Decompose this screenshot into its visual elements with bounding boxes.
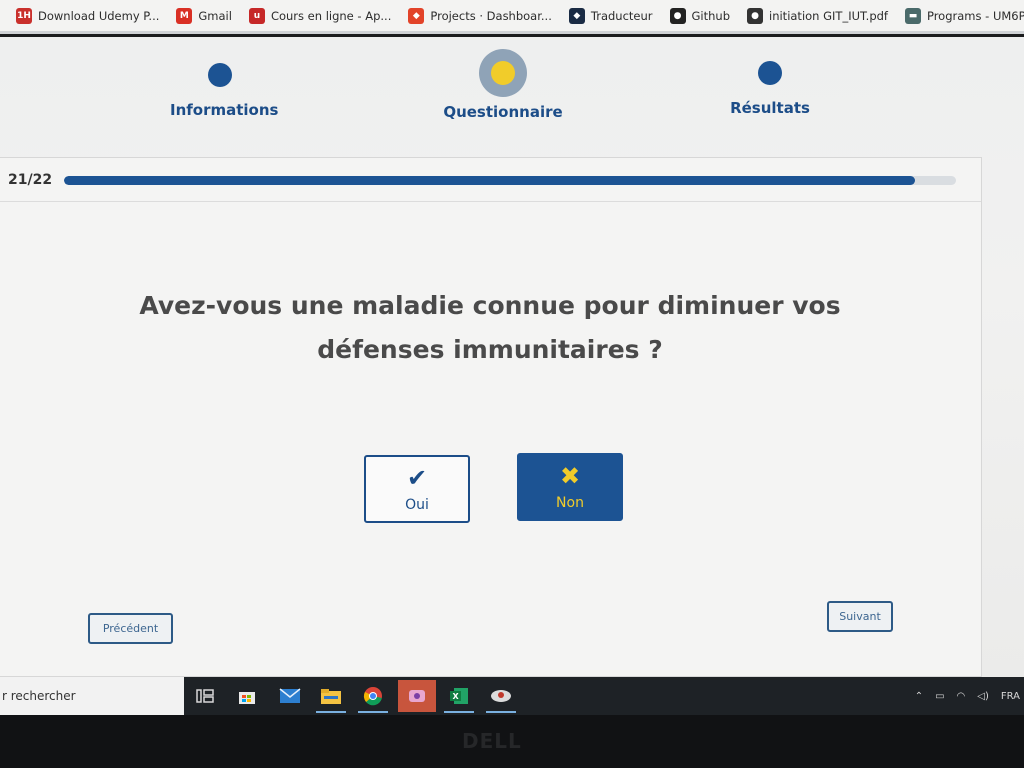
- volume-icon[interactable]: ◁): [977, 691, 989, 702]
- bookmark-item[interactable]: 1H Download Udemy P...: [16, 7, 160, 24]
- wifi-icon[interactable]: ◠: [957, 691, 966, 702]
- bookmark-item[interactable]: ◆ Traducteur: [568, 7, 653, 24]
- programs-icon: ▬: [904, 7, 921, 24]
- bookmark-label: initiation GIT_IUT.pdf: [769, 8, 888, 23]
- gitlab-icon: ◆: [408, 7, 425, 24]
- step-label: Questionnaire: [443, 103, 563, 121]
- progress-row: 21/22: [0, 158, 981, 202]
- udemy-download-icon: 1H: [16, 7, 32, 24]
- answer-no-label: Non: [556, 495, 584, 511]
- previous-button[interactable]: Précédent: [88, 613, 173, 644]
- bookmark-label: Programs - UM6P V...: [926, 8, 1024, 23]
- answer-no-button[interactable]: ✖ Non: [517, 453, 623, 521]
- monitor-bezel: DELL: [0, 715, 1024, 768]
- course-icon: u: [248, 7, 265, 24]
- progress-fill: [64, 176, 915, 185]
- next-button[interactable]: Suivant: [827, 601, 893, 632]
- question-card: 21/22 Avez-vous une maladie connue pour …: [0, 157, 982, 677]
- svg-text:X: X: [453, 692, 460, 701]
- step-dot-icon: [758, 61, 782, 85]
- chevron-up-icon[interactable]: ⌃: [915, 691, 923, 702]
- globe-icon: ●: [747, 7, 763, 24]
- step-questionnaire[interactable]: Questionnaire: [440, 49, 566, 121]
- store-icon[interactable]: [232, 683, 262, 709]
- check-icon: ✔: [406, 464, 428, 492]
- app-icon[interactable]: [398, 680, 436, 712]
- page-content: Informations Questionnaire Résultats 21/…: [0, 37, 1024, 677]
- bookmark-item[interactable]: ● initiation GIT_IUT.pdf: [747, 7, 888, 24]
- taskbar-search-input[interactable]: r rechercher: [0, 677, 184, 715]
- question-text: Avez-vous une maladie connue pour diminu…: [139, 291, 841, 364]
- system-tray: ⌃ ▭ ◠ ◁) FRA: [915, 677, 1024, 715]
- step-label: Résultats: [730, 99, 810, 117]
- bookmark-label: Gmail: [198, 8, 232, 23]
- bookmarks-bar: 1H Download Udemy P... M Gmail u Cours en lig…: [0, 0, 1024, 34]
- step-active-icon: [479, 49, 527, 97]
- progress-bar: [64, 176, 956, 185]
- battery-icon[interactable]: ▭: [935, 691, 944, 702]
- github-icon: ●: [669, 7, 686, 24]
- step-dot-icon: [208, 63, 232, 87]
- step-resultats[interactable]: Résultats: [720, 61, 820, 117]
- bookmark-label: Traducteur: [590, 8, 653, 23]
- mail-icon[interactable]: [275, 683, 305, 709]
- file-explorer-icon[interactable]: [316, 683, 346, 713]
- chrome-icon[interactable]: [358, 683, 388, 713]
- gmail-icon: M: [176, 7, 193, 24]
- translator-icon: ◆: [568, 7, 585, 24]
- task-view-icon[interactable]: [190, 683, 220, 709]
- progress-counter: 21/22: [8, 171, 53, 188]
- bookmark-item[interactable]: ◆ Projects · Dashboar...: [408, 7, 552, 24]
- answer-yes-button[interactable]: ✔ Oui: [364, 455, 470, 523]
- bookmark-item[interactable]: M Gmail: [176, 7, 232, 24]
- x-icon: ✖: [559, 462, 581, 490]
- bookmark-label: Projects · Dashboar...: [430, 8, 552, 23]
- bookmark-item[interactable]: ● Github: [669, 7, 731, 24]
- taskbar: r rechercher X ⌃ ▭ ◠ ◁) FRA: [0, 677, 1024, 715]
- bookmark-item[interactable]: u Cours en ligne - Ap...: [248, 7, 392, 24]
- language-indicator[interactable]: FRA: [1001, 691, 1020, 702]
- brand-logo: DELL: [462, 729, 522, 753]
- app2-icon[interactable]: [486, 683, 516, 713]
- step-informations[interactable]: Informations: [170, 63, 279, 119]
- bookmark-label: Download Udemy P...: [38, 8, 160, 23]
- bookmark-item[interactable]: ▬ Programs - UM6P V...: [904, 7, 1024, 24]
- step-label: Informations: [170, 101, 279, 119]
- excel-icon[interactable]: X: [444, 683, 474, 713]
- bookmark-label: Github: [691, 8, 731, 23]
- answer-yes-label: Oui: [405, 497, 429, 513]
- bookmark-label: Cours en ligne - Ap...: [270, 8, 392, 23]
